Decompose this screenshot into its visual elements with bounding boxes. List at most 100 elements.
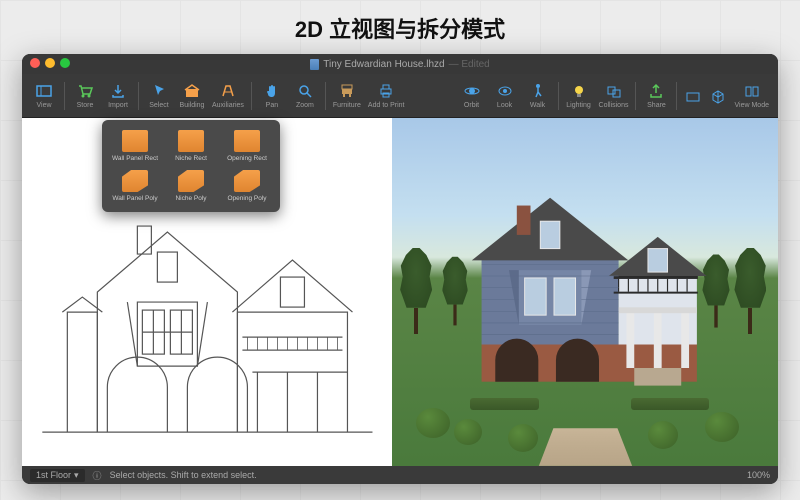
walk-icon (529, 82, 547, 100)
collisions-icon (605, 82, 623, 100)
opening-rect-label: Opening Rect (227, 155, 267, 162)
walkway (539, 429, 632, 466)
wall-panel-poly-item[interactable]: Wall Panel Poly (110, 168, 160, 204)
building-label: Building (180, 102, 205, 109)
collisions-label: Collisions (599, 102, 629, 109)
pan-button[interactable]: Pan (256, 80, 288, 111)
orbit-label: Orbit (464, 102, 479, 109)
building-button[interactable]: Building (176, 80, 208, 111)
store-label: Store (77, 102, 94, 109)
lighting-button[interactable]: Lighting (563, 80, 595, 111)
zoom-value[interactable]: 100% (747, 470, 770, 480)
floor-label: 1st Floor (36, 470, 71, 480)
bush-icon (508, 424, 538, 452)
document-state: Edited (461, 59, 489, 70)
zoom-icon (296, 82, 314, 100)
store-button[interactable]: Store (69, 80, 101, 111)
view-label: View (36, 102, 51, 109)
divider (138, 82, 139, 110)
share-button[interactable]: Share (640, 80, 672, 111)
select-label: Select (149, 102, 168, 109)
info-icon: ⓘ (93, 469, 102, 482)
zoom-button[interactable]: Zoom (289, 80, 321, 111)
share-icon (647, 82, 665, 100)
wall-panel-poly-icon (122, 170, 148, 192)
opening-poly-label: Opening Poly (227, 195, 266, 202)
bush-icon (416, 408, 450, 438)
tb-group-viewmode: View Mode (681, 80, 772, 111)
floor-selector[interactable]: 1st Floor ▾ (30, 469, 85, 482)
print-label: Add to Print (368, 102, 405, 109)
furniture-icon (338, 82, 356, 100)
bush-icon (648, 421, 678, 449)
app-window: Tiny Edwardian House.lhzd — Edited View … (22, 54, 778, 484)
house-3d-render (462, 184, 716, 403)
wall-panel-poly-label: Wall Panel Poly (112, 195, 157, 202)
cart-icon (76, 82, 94, 100)
import-icon (109, 82, 127, 100)
auxiliaries-label: Auxiliaries (212, 102, 244, 109)
wall-panel-rect-icon (122, 130, 148, 152)
window-title: Tiny Edwardian House.lhzd — Edited (310, 59, 490, 70)
import-button[interactable]: Import (102, 80, 134, 111)
lighting-label: Lighting (566, 102, 591, 109)
pan-label: Pan (266, 102, 278, 109)
tb-group-share: Share (640, 80, 672, 111)
collisions-button[interactable]: Collisions (596, 80, 632, 111)
2d-icon (684, 87, 702, 105)
viewmode-3d-button[interactable] (706, 80, 730, 111)
niche-rect-item[interactable]: Niche Rect (166, 128, 216, 164)
tree-icon (734, 248, 766, 334)
divider (676, 82, 677, 110)
view-button[interactable]: View (28, 80, 60, 111)
building-popover: Wall Panel Rect Niche Rect Opening Rect … (102, 120, 280, 212)
walk-button[interactable]: Walk (522, 80, 554, 111)
divider (64, 82, 65, 110)
niche-poly-item[interactable]: Niche Poly (166, 168, 216, 204)
zoom-label: Zoom (296, 102, 314, 109)
walk-label: Walk (530, 102, 545, 109)
wall-panel-rect-label: Wall Panel Rect (112, 155, 158, 162)
auxiliaries-icon (219, 82, 237, 100)
tb-group-tools: Select Building Auxiliaries (143, 80, 247, 111)
niche-rect-icon (178, 130, 204, 152)
auxiliaries-button[interactable]: Auxiliaries (209, 80, 247, 111)
tb-group-light: Lighting Collisions (563, 80, 632, 111)
import-label: Import (108, 102, 128, 109)
toolbar: View Store Import Select Building (22, 74, 778, 118)
divider (635, 82, 636, 110)
status-hint: Select objects. Shift to extend select. (110, 470, 739, 480)
niche-poly-icon (178, 170, 204, 192)
minimize-window-button[interactable] (45, 58, 55, 68)
traffic-lights (30, 58, 70, 68)
furniture-button[interactable]: Furniture (330, 80, 364, 111)
viewmode-button[interactable]: View Mode (731, 80, 772, 111)
opening-poly-item[interactable]: Opening Poly (222, 168, 272, 204)
statusbar: 1st Floor ▾ ⓘ Select objects. Shift to e… (22, 466, 778, 484)
add-to-print-button[interactable]: Add to Print (365, 80, 408, 111)
print-icon (377, 82, 395, 100)
tb-group-furn: Furniture Add to Print (330, 80, 408, 111)
bulb-icon (570, 82, 588, 100)
viewmode-label: View Mode (734, 102, 769, 109)
view-icon (35, 82, 53, 100)
close-window-button[interactable] (30, 58, 40, 68)
hand-icon (263, 82, 281, 100)
orbit-icon (463, 82, 481, 100)
tb-group-3dnav: Orbit Look Walk (456, 80, 554, 111)
viewmode-2d-button[interactable] (681, 80, 705, 111)
orbit-button[interactable]: Orbit (456, 80, 488, 111)
select-button[interactable]: Select (143, 80, 175, 111)
look-button[interactable]: Look (489, 80, 521, 111)
wall-panel-rect-item[interactable]: Wall Panel Rect (110, 128, 160, 164)
bush-icon (705, 412, 739, 442)
opening-rect-item[interactable]: Opening Rect (222, 128, 272, 164)
page-title: 2D 立视图与拆分模式 (0, 0, 800, 54)
divider (325, 82, 326, 110)
look-label: Look (497, 102, 512, 109)
building-icon (183, 82, 201, 100)
tb-group-view: View (28, 80, 60, 111)
chevron-down-icon: ▾ (74, 470, 79, 481)
maximize-window-button[interactable] (60, 58, 70, 68)
3d-render-pane[interactable] (392, 118, 778, 466)
